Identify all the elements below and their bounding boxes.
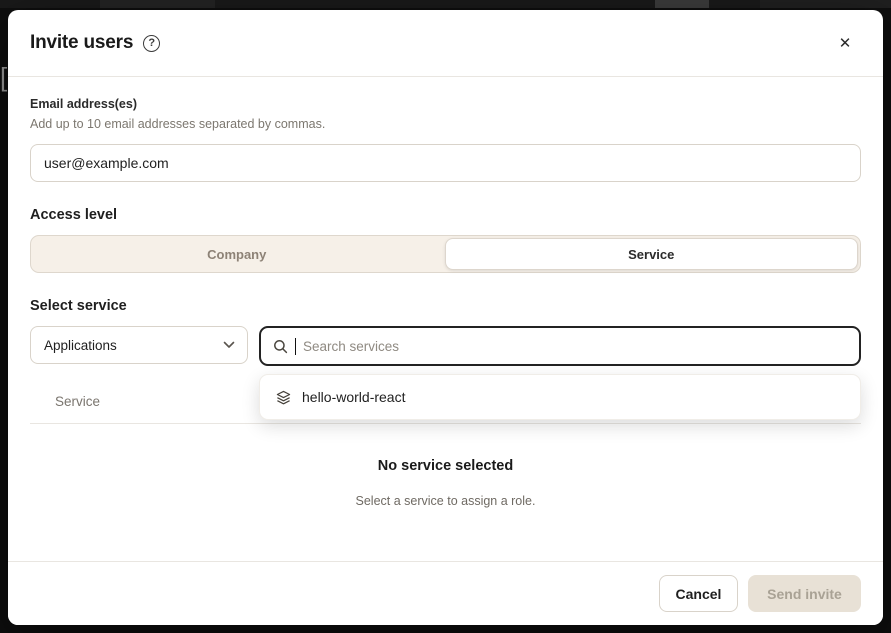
access-level-toggle: Company Service xyxy=(30,235,861,273)
service-column-header: Service xyxy=(55,394,100,409)
service-search-input[interactable]: Search services xyxy=(259,326,861,366)
email-label: Email address(es) xyxy=(30,97,861,111)
background-topbar xyxy=(0,0,891,8)
table-divider xyxy=(30,423,861,424)
email-help-text: Add up to 10 email addresses separated b… xyxy=(30,117,861,131)
modal-header: Invite users ? ✕ xyxy=(8,10,883,76)
modal-body: Email address(es) Add up to 10 email add… xyxy=(8,77,883,508)
background-clipped-text: [ xyxy=(0,62,7,93)
search-results-dropdown: hello-world-react xyxy=(259,374,861,420)
modal-title: Invite users xyxy=(30,32,133,54)
close-icon[interactable]: ✕ xyxy=(831,29,859,57)
send-invite-button[interactable]: Send invite xyxy=(748,575,861,612)
access-level-label: Access level xyxy=(30,207,861,223)
modal-footer: Cancel Send invite xyxy=(8,561,883,625)
select-service-label: Select service xyxy=(30,298,861,314)
select-service-row: Applications Search services xyxy=(30,326,861,366)
layers-icon xyxy=(276,390,291,405)
background-button xyxy=(655,0,709,8)
background-panel xyxy=(760,0,891,8)
service-result-item[interactable]: hello-world-react xyxy=(264,379,856,415)
access-level-company-option[interactable]: Company xyxy=(31,236,443,272)
cancel-button[interactable]: Cancel xyxy=(659,575,738,612)
service-type-dropdown-value: Applications xyxy=(44,338,117,353)
empty-state-title: No service selected xyxy=(30,458,861,474)
empty-state-subtitle: Select a service to assign a role. xyxy=(30,494,861,508)
search-placeholder: Search services xyxy=(303,339,399,354)
service-result-label: hello-world-react xyxy=(302,389,405,405)
invite-users-modal: Invite users ? ✕ Email address(es) Add u… xyxy=(8,10,883,625)
text-cursor xyxy=(295,338,296,355)
chevron-down-icon xyxy=(223,341,235,349)
empty-state: No service selected Select a service to … xyxy=(30,458,861,508)
search-icon xyxy=(273,339,288,354)
email-input[interactable] xyxy=(30,144,861,182)
access-level-service-option[interactable]: Service xyxy=(445,238,859,270)
help-icon[interactable]: ? xyxy=(143,35,160,52)
background-nav-item xyxy=(100,0,215,8)
service-type-dropdown[interactable]: Applications xyxy=(30,326,248,364)
